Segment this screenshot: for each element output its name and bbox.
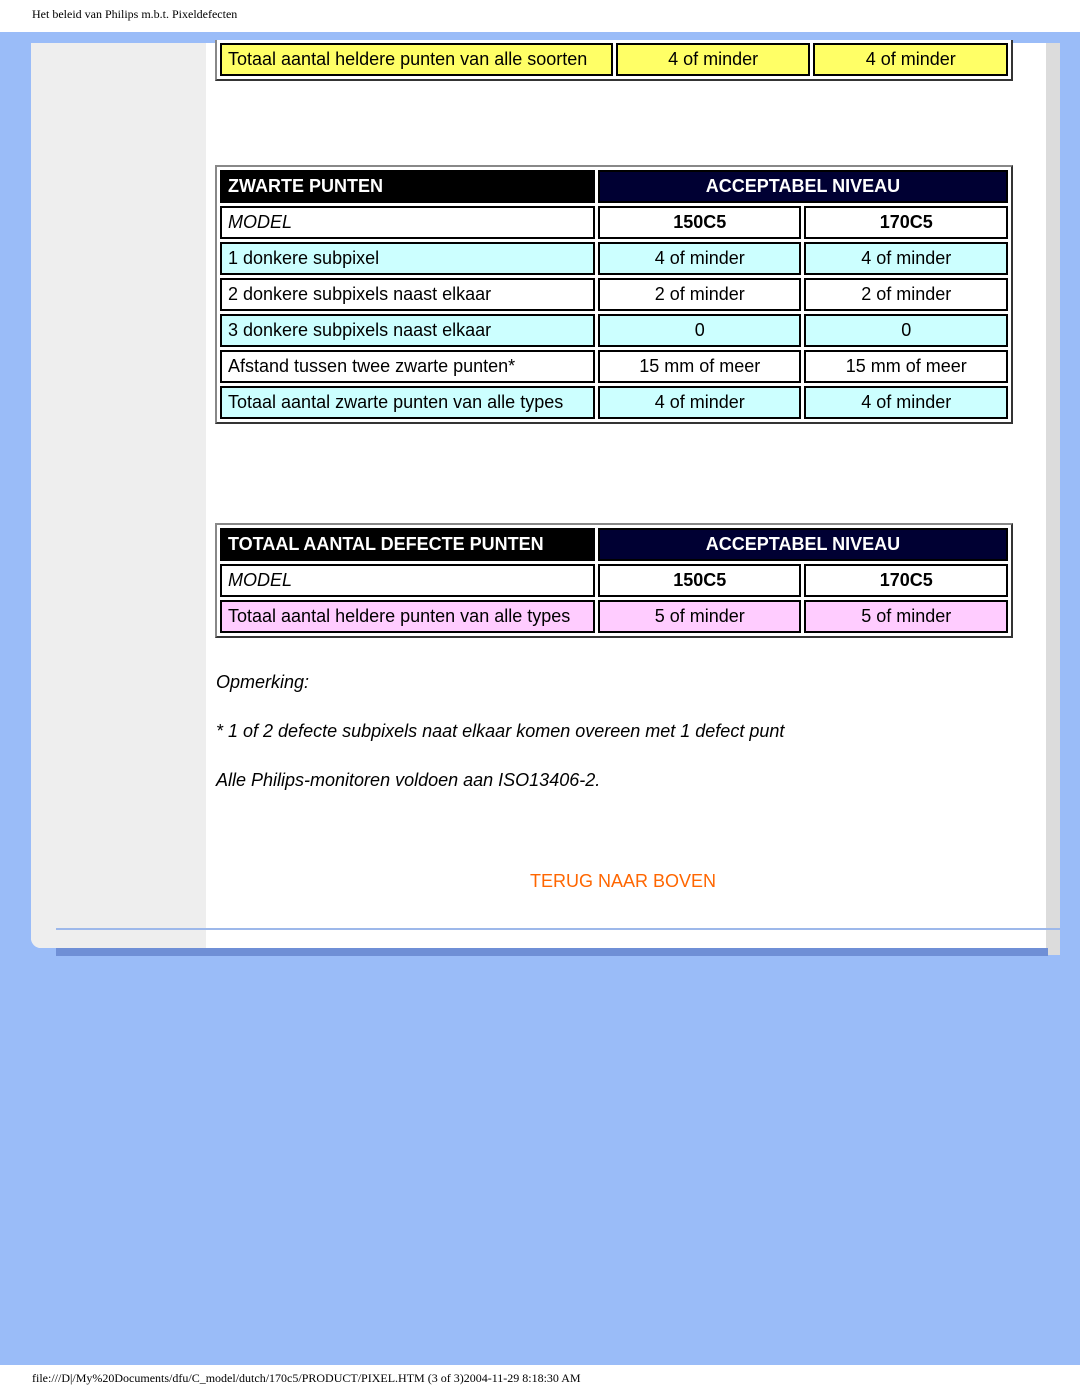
table-header: ZWARTE PUNTEN ACCEPTABEL NIVEAU — [220, 170, 1008, 203]
dark-dots-table: ZWARTE PUNTEN ACCEPTABEL NIVEAU MODEL 150C… — [215, 165, 1013, 424]
row-label: Totaal aantal zwarte punten van alle typ… — [220, 386, 595, 419]
value-170c5: 4 of minder — [804, 242, 1008, 275]
row-label: Totaal aantal heldere punten van alle so… — [220, 43, 613, 76]
value-150c5: 4 of minder — [597, 242, 802, 275]
value-150c5: 4 of minder — [615, 43, 811, 76]
panel-shadow — [56, 948, 1048, 956]
row-label: 2 donkere subpixels naast elkaar — [220, 278, 595, 311]
row-label: 1 donkere subpixel — [220, 242, 595, 275]
value-170c5: 4 of minder — [804, 386, 1008, 419]
row-label: Totaal aantal heldere punten van alle ty… — [220, 600, 595, 633]
page-footer: file:///D|/My%20Documents/dfu/C_model/du… — [32, 1371, 581, 1385]
value-150c5: 5 of minder — [597, 600, 802, 633]
total-defects-table: TOTAAL AANTAL DEFECTE PUNTEN ACCEPTABEL N… — [215, 523, 1013, 638]
model-170c5: 170C5 — [804, 206, 1008, 239]
header-cell: ACCEPTABEL NIVEAU — [597, 528, 1008, 561]
table-row: 2 donkere subpixels naast elkaar 2 of min… — [220, 278, 1008, 311]
model-150c5: 150C5 — [597, 564, 802, 597]
model-label: MODEL — [220, 564, 595, 597]
value-150c5: 15 mm of meer — [597, 350, 802, 383]
header-cell: ZWARTE PUNTEN — [220, 170, 595, 203]
value-150c5: 4 of minder — [597, 386, 802, 419]
table-row: Totaal aantal heldere punten van alle ty… — [220, 600, 1008, 633]
header-cell: TOTAAL AANTAL DEFECTE PUNTEN — [220, 528, 595, 561]
header-cell: ACCEPTABEL NIVEAU — [597, 170, 1008, 203]
row-label: Afstand tussen twee zwarte punten* — [220, 350, 595, 383]
value-170c5: 2 of minder — [804, 278, 1008, 311]
model-row: MODEL 150C5 170C5 — [220, 206, 1008, 239]
model-170c5: 170C5 — [804, 564, 1008, 597]
value-170c5: 5 of minder — [804, 600, 1008, 633]
model-row: MODEL 150C5 170C5 — [220, 564, 1008, 597]
divider — [56, 928, 1060, 930]
table-row: Totaal aantal heldere punten van alle so… — [220, 43, 1008, 76]
value-150c5: 0 — [597, 314, 802, 347]
page-header: Het beleid van Philips m.b.t. Pixeldefec… — [32, 7, 238, 21]
table-row: 3 donkere subpixels naast elkaar 0 0 — [220, 314, 1008, 347]
right-border — [1046, 43, 1060, 955]
table-row: 1 donkere subpixel 4 of minder 4 of minder — [220, 242, 1008, 275]
table-row: Afstand tussen twee zwarte punten* 15 mm … — [220, 350, 1008, 383]
value-150c5: 2 of minder — [597, 278, 802, 311]
left-sidebar — [31, 43, 206, 948]
value-170c5: 4 of minder — [813, 43, 1008, 76]
model-label: MODEL — [220, 206, 595, 239]
row-label: 3 donkere subpixels naast elkaar — [220, 314, 595, 347]
model-150c5: 150C5 — [597, 206, 802, 239]
back-to-top-link[interactable]: TERUG NAAR BOVEN — [530, 871, 716, 892]
value-170c5: 0 — [804, 314, 1008, 347]
note-footnote: * 1 of 2 defecte subpixels naat elkaar k… — [216, 721, 785, 741]
note-iso: Alle Philips-monitoren voldoen aan ISO13… — [216, 770, 601, 790]
value-170c5: 15 mm of meer — [804, 350, 1008, 383]
note-heading: Opmerking: — [216, 672, 310, 692]
table-row: Totaal aantal zwarte punten van alle typ… — [220, 386, 1008, 419]
table-header: TOTAAL AANTAL DEFECTE PUNTEN ACCEPTABEL N… — [220, 528, 1008, 561]
bright-dots-table: Totaal aantal heldere punten van alle so… — [215, 40, 1013, 81]
